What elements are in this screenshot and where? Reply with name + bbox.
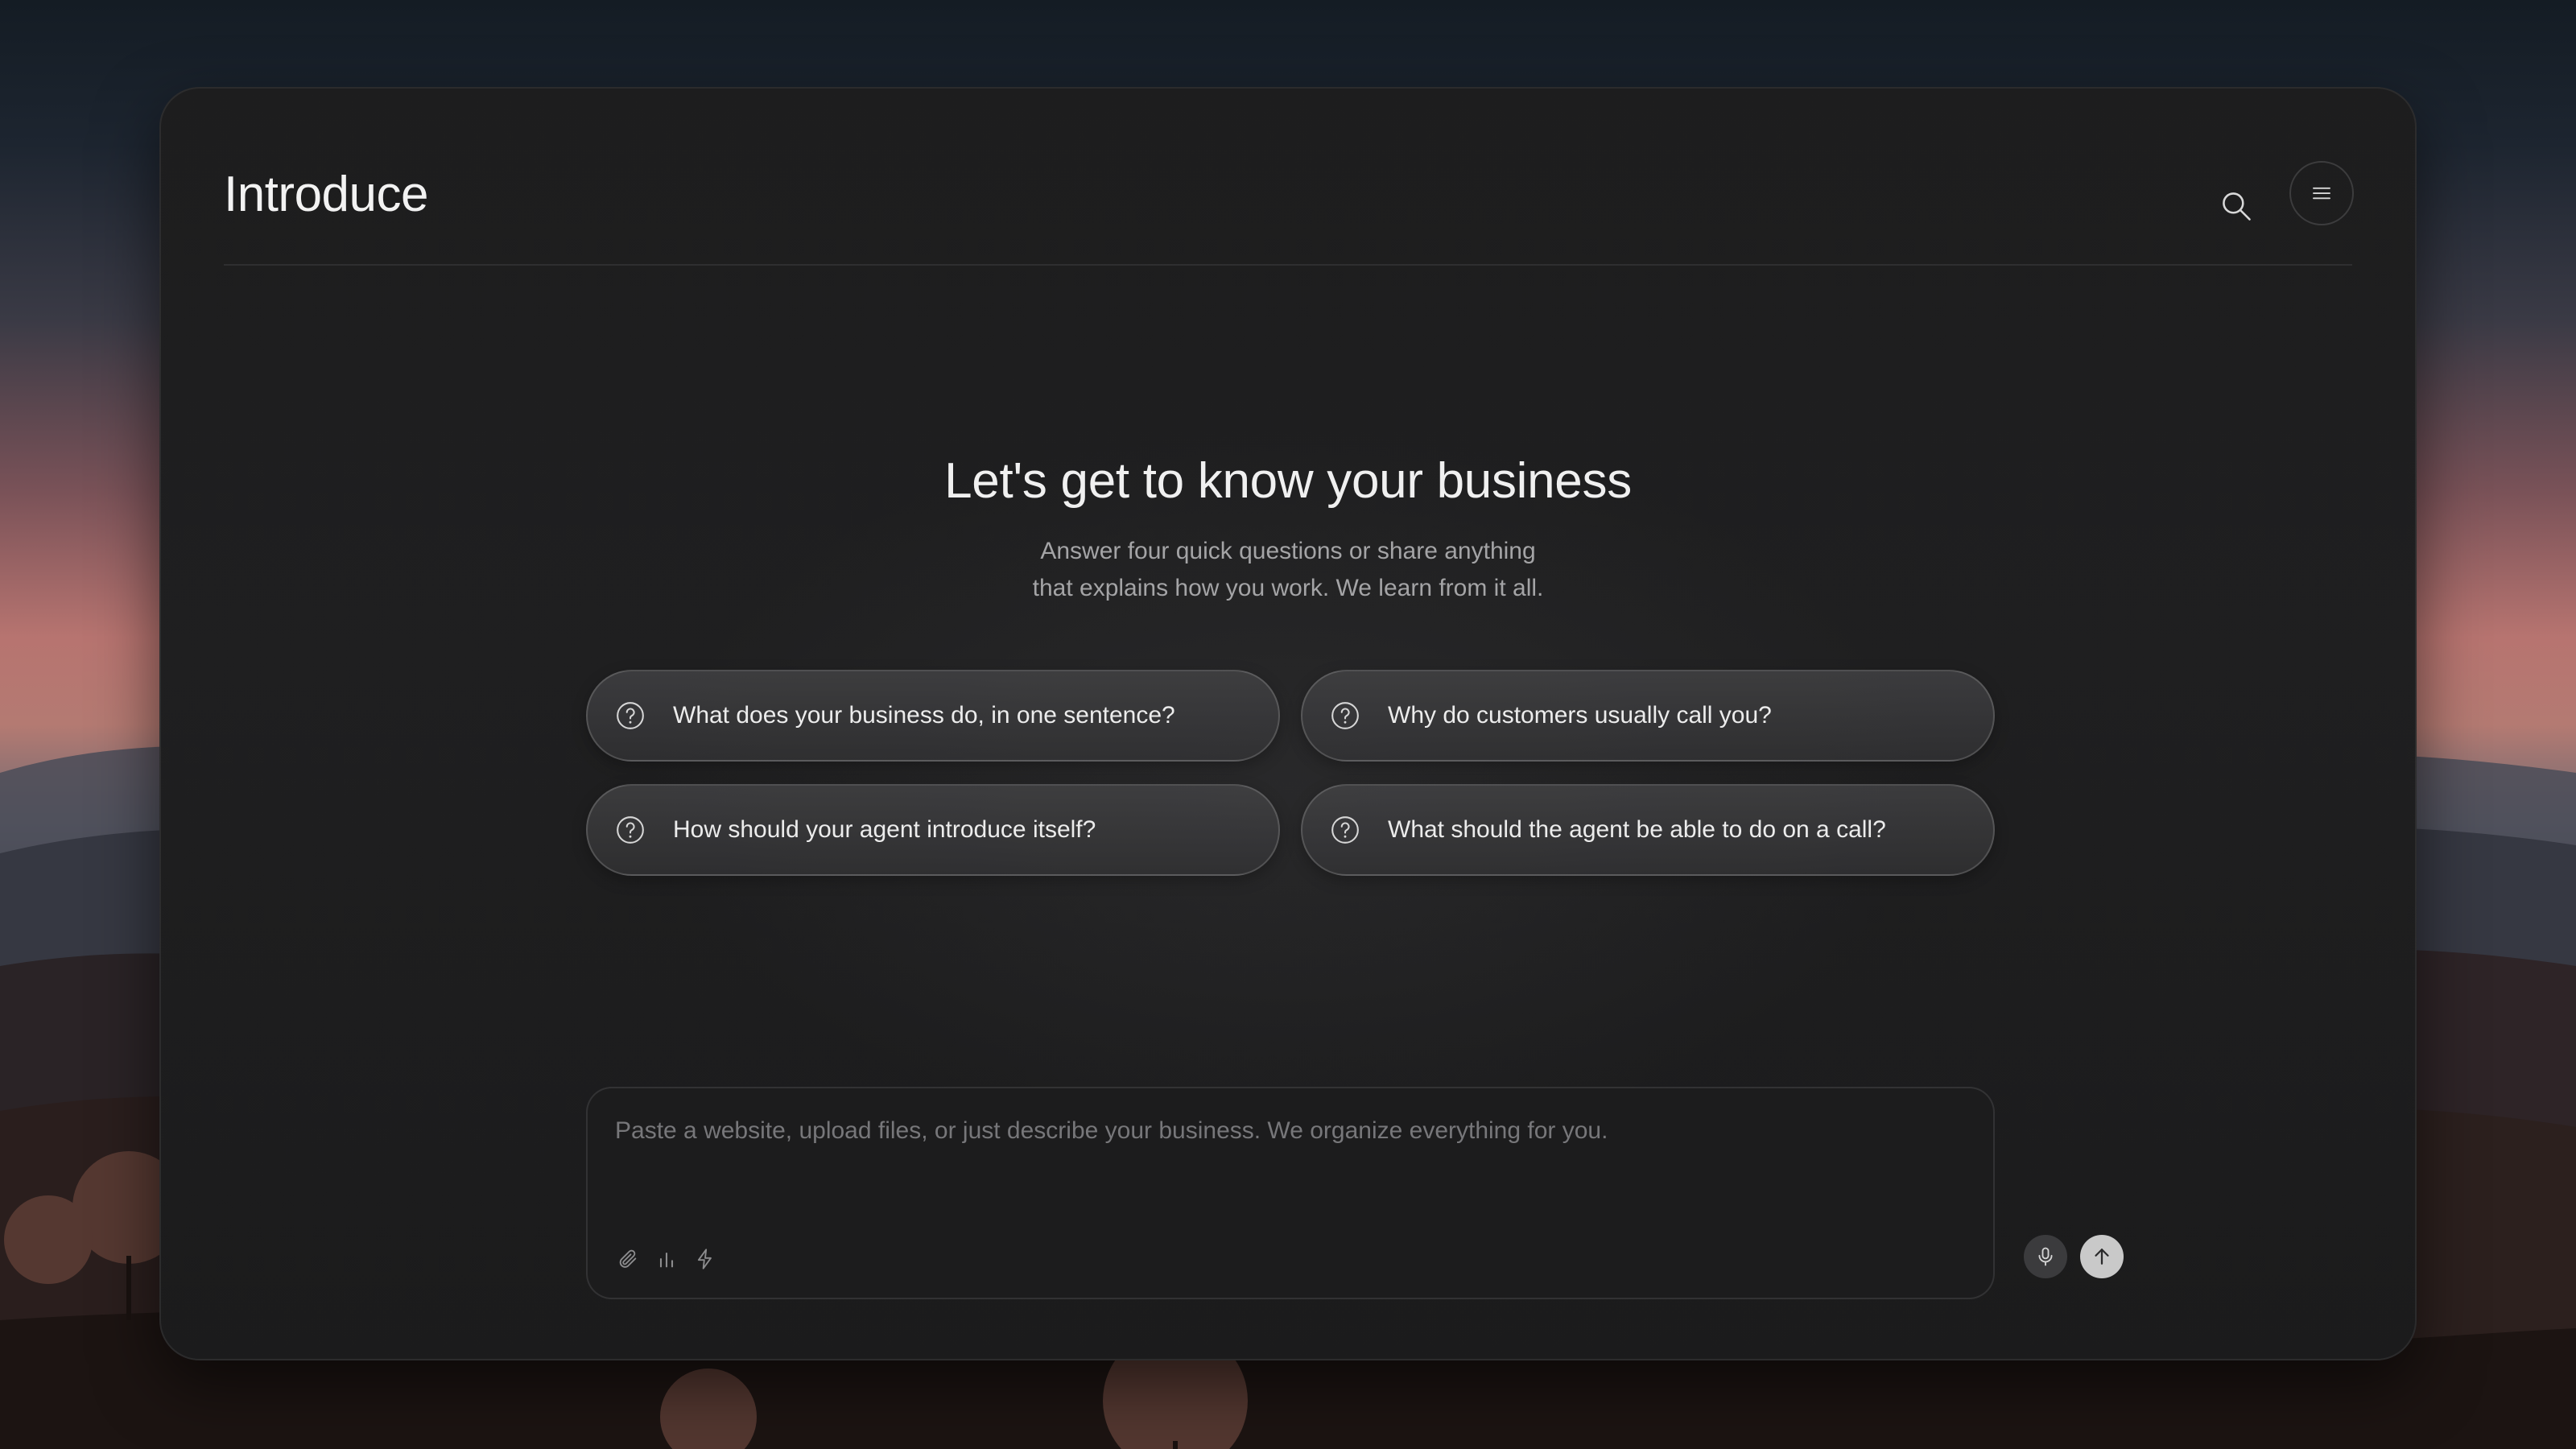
chart-button[interactable] [650, 1243, 683, 1275]
header-divider [224, 264, 2352, 266]
microphone-button[interactable] [2024, 1235, 2067, 1278]
message-composer [586, 1087, 2124, 1299]
main-window: Introduce Let's get to know your busines… [159, 87, 2417, 1360]
suggested-questions: What does your business do, in one sente… [586, 670, 1995, 876]
menu-button[interactable] [2289, 161, 2354, 225]
hamburger-menu-icon [2313, 187, 2330, 200]
hero-subtitle: Answer four quick questions or share any… [161, 533, 2415, 607]
question-circle-icon [615, 700, 646, 731]
quick-action-button[interactable] [689, 1243, 721, 1275]
search-button[interactable] [2206, 175, 2267, 237]
composer-input[interactable] [615, 1117, 1951, 1166]
hero-subtitle-line-2: that explains how you work. We learn fro… [1032, 575, 1544, 601]
question-chip-business[interactable]: What does your business do, in one sente… [586, 670, 1280, 762]
bar-chart-icon [659, 1252, 674, 1268]
send-button[interactable] [2080, 1235, 2124, 1278]
arrow-up-icon [2095, 1249, 2109, 1265]
paperclip-icon [619, 1249, 637, 1268]
page-title: Introduce [224, 167, 429, 222]
question-label: What should the agent be able to do on a… [1388, 816, 1886, 843]
question-chip-customers[interactable]: Why do customers usually call you? [1301, 670, 1995, 762]
hero-title: Let's get to know your business [944, 453, 1632, 509]
question-chip-capabilities[interactable]: What should the agent be able to do on a… [1301, 784, 1995, 876]
microphone-icon [2038, 1247, 2053, 1266]
question-label: What does your business do, in one sente… [673, 702, 1175, 729]
question-chip-introduction[interactable]: How should your agent introduce itself? [586, 784, 1280, 876]
hero-subtitle-line-1: Answer four quick questions or share any… [1040, 538, 1536, 564]
lightning-icon [697, 1249, 712, 1269]
question-circle-icon [1330, 815, 1360, 845]
question-circle-icon [615, 815, 646, 845]
question-label: Why do customers usually call you? [1388, 702, 1772, 729]
question-label: How should your agent introduce itself? [673, 816, 1096, 843]
search-icon [2223, 192, 2251, 221]
question-circle-icon [1330, 700, 1360, 731]
attach-button[interactable] [612, 1243, 644, 1275]
